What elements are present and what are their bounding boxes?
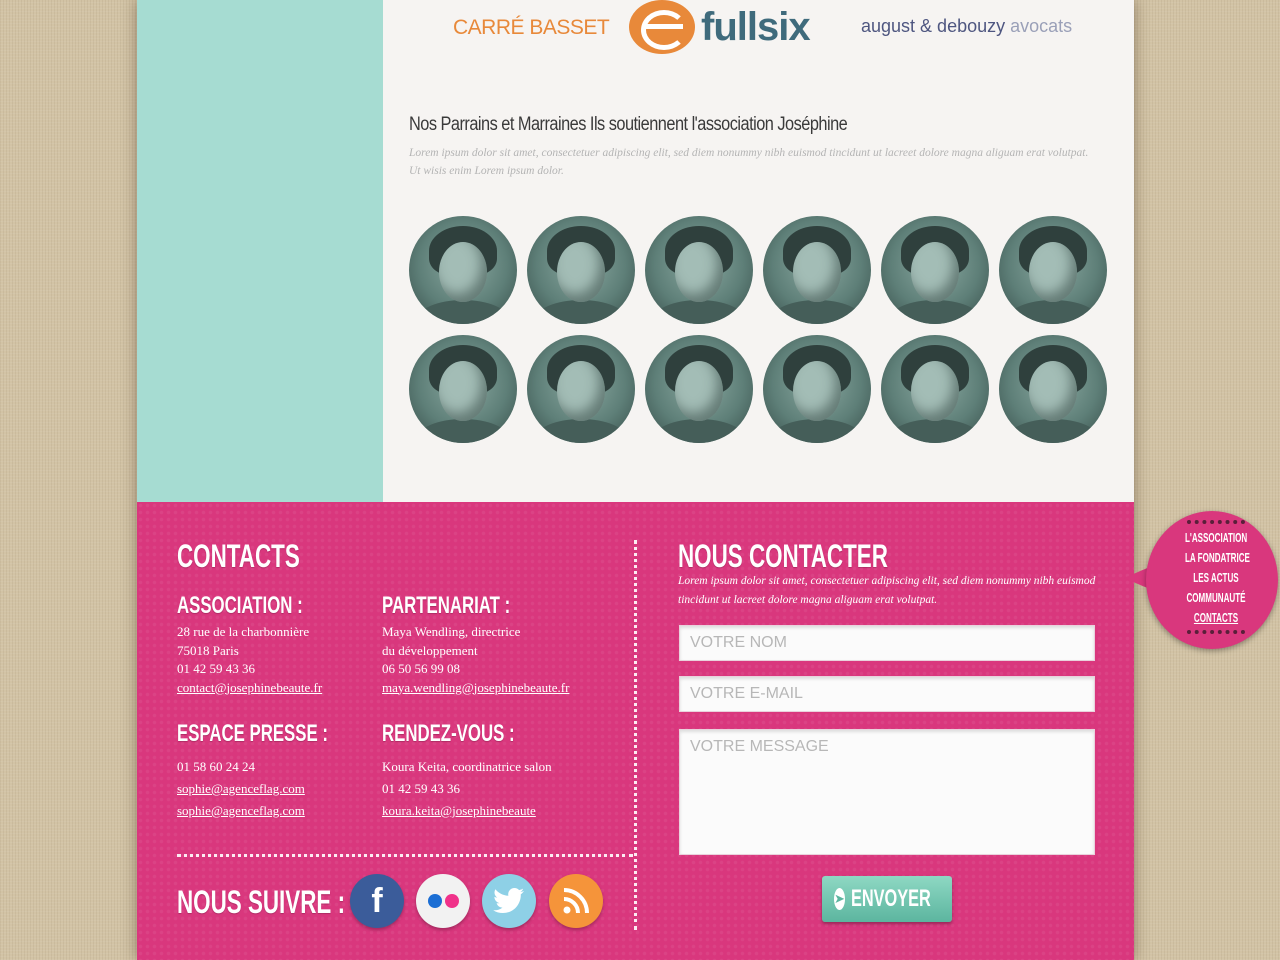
arrow-right-icon: ➤	[834, 888, 845, 910]
sponsors-title: Nos Parrains et Marraines Ils soutiennen…	[409, 114, 848, 135]
side-nav-item-communaute[interactable]: COMMUNAUTÉ	[1185, 588, 1247, 608]
contact-form-title: NOUS CONTACTER	[678, 538, 888, 574]
association-phone: 01 42 59 43 36	[177, 661, 255, 676]
august-avocats-wordmark: avocats	[1010, 16, 1073, 36]
association-address-line2: 75018 Paris	[177, 642, 239, 658]
sponsor-portrait[interactable]	[881, 216, 989, 324]
sponsor-portrait[interactable]	[409, 335, 517, 443]
sponsors-section: CARRÉ BASSET fullsix august & debouzy av…	[137, 0, 1134, 502]
sponsor-portrait[interactable]	[645, 216, 753, 324]
side-nav-item-contacts[interactable]: CONTACTS	[1185, 608, 1247, 628]
sponsor-portrait[interactable]	[645, 335, 753, 443]
sponsor-portrait[interactable]	[409, 216, 517, 324]
name-input[interactable]	[679, 625, 1095, 661]
mint-sidebar-panel	[137, 0, 383, 502]
partenariat-phone: 06 50 56 99 08	[382, 661, 460, 676]
facebook-icon[interactable]: f	[350, 874, 404, 928]
sponsors-intro-text: Lorem ipsum dolor sit amet, consectetuer…	[409, 147, 1089, 177]
association-email-link[interactable]: contact@josephinebeaute.fr	[177, 680, 322, 695]
follow-title: NOUS SUIVRE :	[177, 884, 346, 920]
association-heading: ASSOCIATION :	[177, 592, 303, 619]
email-input[interactable]	[679, 676, 1095, 712]
rdv-contact-name: Koura Keita, coordinatrice salon	[382, 759, 552, 774]
sponsor-portrait[interactable]	[763, 216, 871, 324]
side-nav-bottom-dots	[1187, 630, 1245, 634]
partenariat-email-link[interactable]: maya.wendling@josephinebeaute.fr	[382, 680, 569, 695]
sponsor-portrait[interactable]	[999, 335, 1107, 443]
twitter-icon[interactable]	[482, 874, 536, 928]
presse-info: 01 58 60 24 24 sophie@agenceflag.com sop…	[177, 756, 305, 822]
fullsix-logo[interactable]: fullsix	[629, 0, 811, 54]
side-nav-item-fondatrice[interactable]: LA FONDATRICE	[1185, 548, 1250, 568]
flickr-icon[interactable]	[416, 874, 470, 928]
fullsix-emblem-icon	[629, 0, 695, 54]
partenariat-contact-name: Maya Wendling, directrice	[382, 624, 521, 639]
contact-form-intro: Lorem ipsum dolor sit amet, consectetuer…	[678, 575, 1096, 606]
presse-email-link-2[interactable]: sophie@agenceflag.com	[177, 800, 305, 822]
association-address-line1: 28 rue de la charbonnière	[177, 624, 310, 639]
dotted-divider-vertical	[634, 540, 637, 930]
rss-icon[interactable]	[549, 874, 603, 928]
contacts-title: CONTACTS	[177, 538, 300, 574]
message-textarea[interactable]	[679, 729, 1095, 855]
side-nav-top-dots	[1187, 520, 1245, 524]
side-nav: L'ASSOCIATION LA FONDATRICE LES ACTUS CO…	[1166, 528, 1266, 628]
side-nav-item-actus[interactable]: LES ACTUS	[1185, 568, 1247, 588]
sponsor-portrait[interactable]	[527, 335, 635, 443]
send-button-label: ENVOYER	[850, 885, 931, 912]
august-debouzy-logo[interactable]: august & debouzy avocats	[861, 16, 1072, 37]
rdv-email-link[interactable]: koura.keita@josephinebeaute	[382, 800, 552, 822]
partenariat-heading: PARTENARIAT :	[382, 592, 511, 619]
side-nav-item-association[interactable]: L'ASSOCIATION	[1185, 528, 1247, 548]
send-button[interactable]: ➤ ENVOYER	[822, 876, 952, 922]
footer-section: CONTACTS ASSOCIATION : 28 rue de la char…	[137, 502, 1134, 960]
sponsor-portrait-grid	[409, 216, 1119, 443]
sponsor-portrait[interactable]	[527, 216, 635, 324]
carre-basset-logo[interactable]: CARRÉ BASSET	[453, 16, 610, 40]
sponsor-portrait[interactable]	[763, 335, 871, 443]
rdv-phone: 01 42 59 43 36	[382, 781, 460, 796]
dotted-divider-horizontal	[177, 854, 633, 857]
presse-phone: 01 58 60 24 24	[177, 759, 255, 774]
fullsix-wordmark: fullsix	[701, 4, 811, 49]
rdv-heading: RENDEZ-VOUS :	[382, 720, 515, 747]
presse-heading: ESPACE PRESSE :	[177, 720, 328, 747]
sponsor-portrait[interactable]	[881, 335, 989, 443]
rdv-info: Koura Keita, coordinatrice salon 01 42 5…	[382, 756, 552, 822]
august-debouzy-wordmark: august & debouzy	[861, 16, 1006, 36]
partenariat-contact-role: du développement	[382, 642, 478, 658]
page-container: CARRÉ BASSET fullsix august & debouzy av…	[137, 0, 1134, 960]
association-info: 28 rue de la charbonnière 75018 Paris 01…	[177, 623, 322, 697]
presse-email-link-1[interactable]: sophie@agenceflag.com	[177, 778, 305, 800]
partenariat-info: Maya Wendling, directrice du développeme…	[382, 623, 569, 697]
sponsor-portrait[interactable]	[999, 216, 1107, 324]
